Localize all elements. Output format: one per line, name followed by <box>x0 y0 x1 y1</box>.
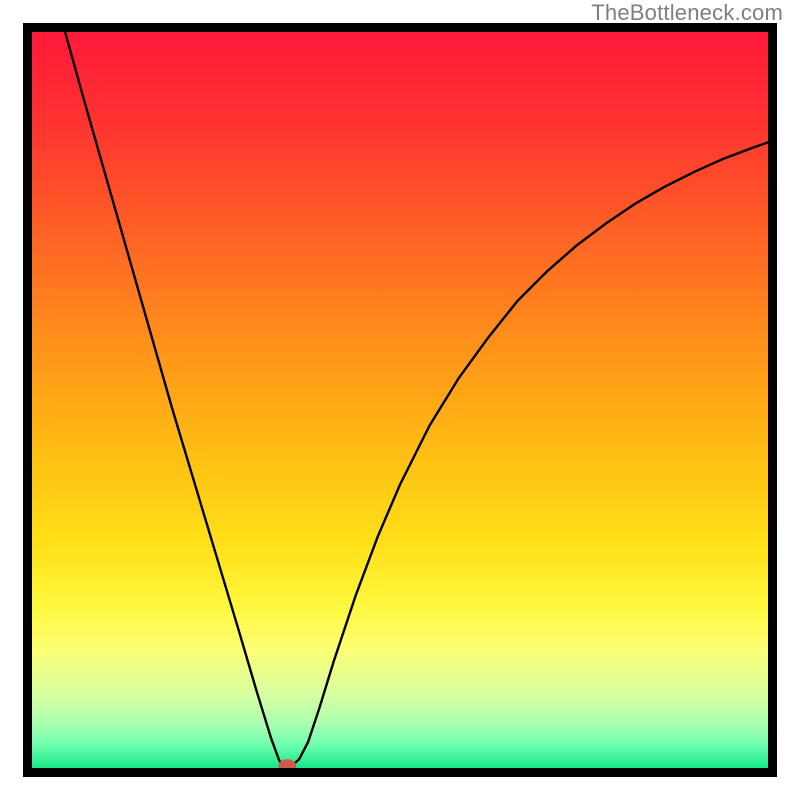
chart-plot <box>32 32 768 768</box>
chart-frame <box>23 23 777 777</box>
chart-svg <box>32 32 768 768</box>
chart-container: TheBottleneck.com <box>0 0 800 800</box>
gradient-background <box>32 32 768 768</box>
